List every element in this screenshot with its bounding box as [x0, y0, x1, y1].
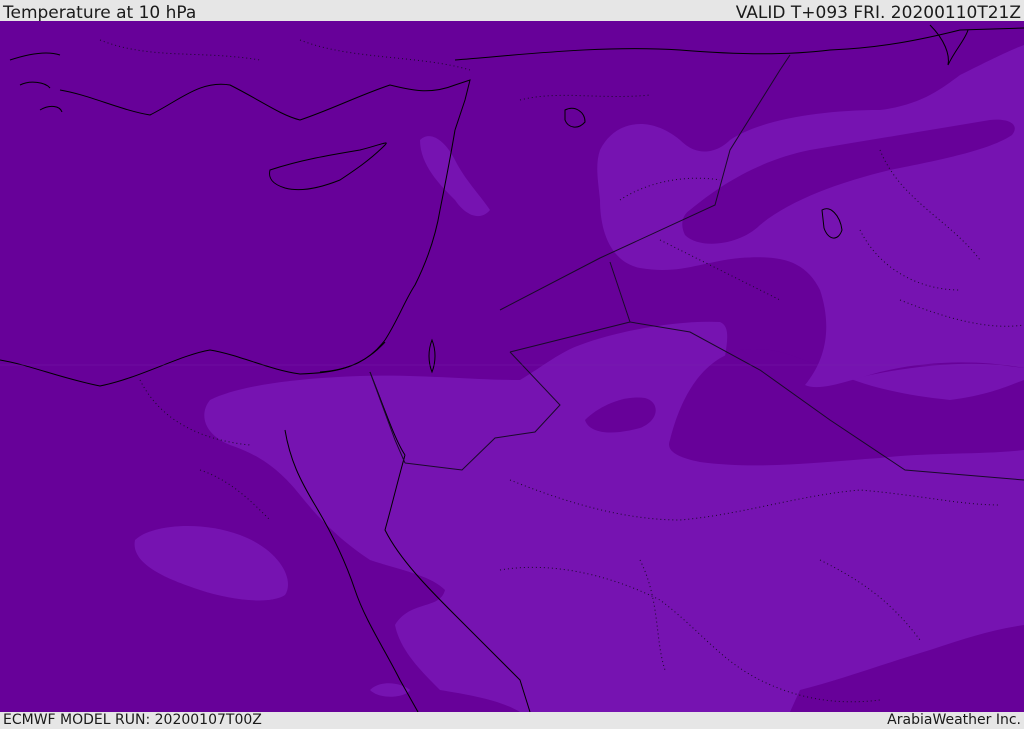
model-run-label: ECMWF MODEL RUN: 20200107T00Z: [3, 712, 262, 728]
map-header: Temperature at 10 hPa VALID T+093 FRI. 2…: [0, 0, 1024, 23]
valid-time-label: VALID T+093 FRI. 20200110T21Z: [735, 3, 1021, 23]
credit-label: ArabiaWeather Inc.: [887, 712, 1021, 728]
map-canvas: [0, 21, 1024, 712]
temperature-map: [0, 21, 1024, 712]
map-title: Temperature at 10 hPa: [3, 3, 197, 23]
map-footer: ECMWF MODEL RUN: 20200107T00Z ArabiaWeat…: [0, 712, 1024, 729]
